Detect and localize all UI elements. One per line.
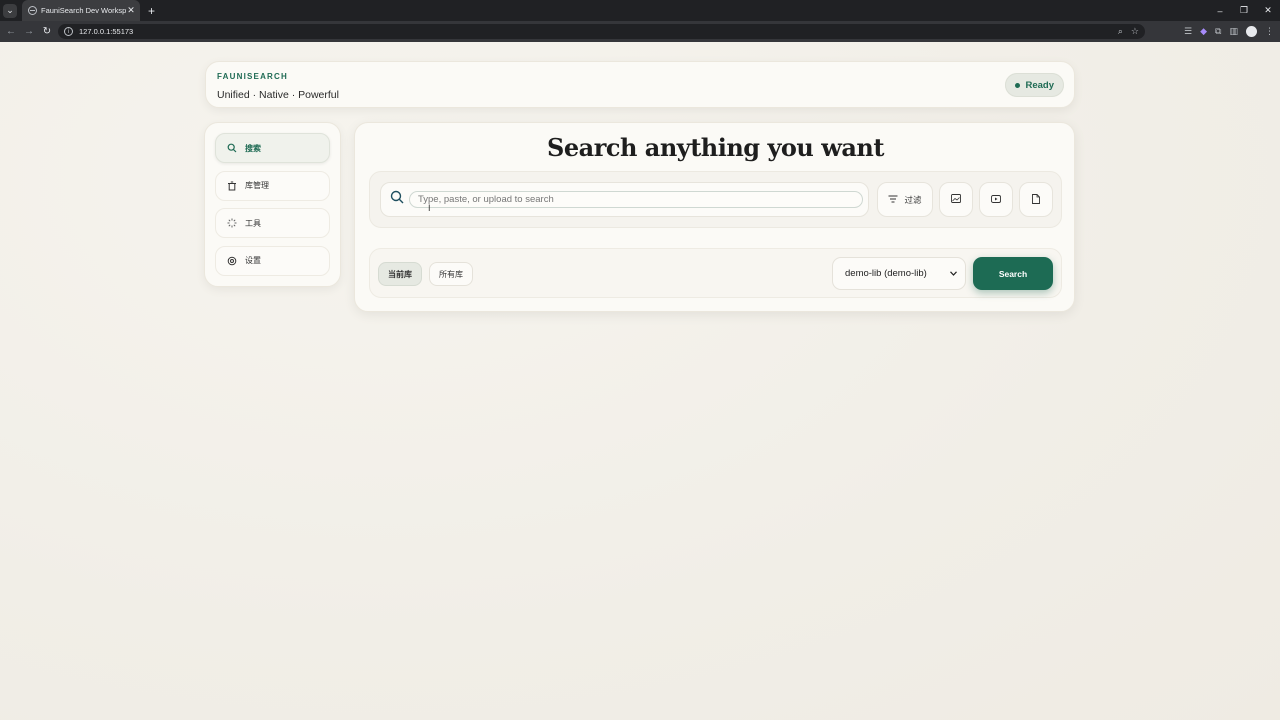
sidebar-item-settings[interactable]: 设置: [215, 245, 330, 276]
filter-button[interactable]: 过滤: [877, 182, 933, 217]
profile-avatar[interactable]: [1246, 26, 1257, 37]
restore-button[interactable]: ❐: [1232, 0, 1256, 21]
bookmark-star-icon[interactable]: ☆: [1131, 26, 1139, 37]
sidebar-item-search[interactable]: 搜索: [215, 133, 330, 163]
status-badge: Ready: [1005, 73, 1064, 97]
new-tab-button[interactable]: +: [148, 5, 155, 17]
search-box[interactable]: [380, 182, 869, 217]
upload-video-button[interactable]: [979, 182, 1013, 217]
search-panel: 过滤: [369, 171, 1062, 228]
address-bar[interactable]: i 127.0.0.1:55173 ⌕ ☆: [58, 24, 1145, 39]
search-button[interactable]: Search: [973, 257, 1053, 290]
side-panel-icon[interactable]: ▥: [1229, 26, 1238, 37]
search-card: Search anything you want 过滤: [354, 122, 1075, 312]
scope-current-library[interactable]: 当前库: [378, 262, 422, 286]
search-icon: [227, 143, 237, 153]
file-icon: [1032, 193, 1040, 206]
app-header: FAUNISEARCH Unified · Native · Powerful …: [205, 61, 1075, 108]
trash-icon: [227, 181, 237, 191]
filter-label: 过滤: [904, 194, 922, 205]
back-icon[interactable]: ←: [2, 26, 20, 37]
tagline: Unified · Native · Powerful: [217, 89, 339, 101]
browser-menu-icon[interactable]: ⋮: [1265, 26, 1274, 37]
extensions-puzzle-icon[interactable]: ⧉: [1215, 26, 1221, 37]
sidebar-item-label: 设置: [245, 256, 261, 265]
sidebar-item-label: 搜索: [245, 143, 261, 153]
browser-toolbar: ← → ↻ i 127.0.0.1:55173 ⌕ ☆ ☰ ◆ ⧉ ▥ ⋮: [0, 21, 1280, 42]
close-window-button[interactable]: ✕: [1256, 0, 1280, 21]
library-select[interactable]: demo-lib (demo-lib): [832, 257, 966, 290]
text-cursor-icon: I: [428, 203, 431, 213]
tab-title: FauniSearch Dev Workspace: [41, 6, 126, 15]
search-options-panel: 当前库 所有库 demo-lib (demo-lib) Search: [369, 248, 1062, 298]
chevron-down-icon: [950, 268, 957, 279]
image-icon: [951, 194, 961, 205]
sidebar-item-tools[interactable]: 工具: [215, 208, 330, 238]
sidebar-item-label: 库管理: [245, 181, 269, 190]
page-title: Search anything you want: [547, 133, 884, 162]
upload-file-button[interactable]: [1019, 182, 1053, 217]
sidebar-item-label: 工具: [245, 218, 261, 228]
forward-icon[interactable]: →: [20, 26, 38, 37]
browser-tab[interactable]: FauniSearch Dev Workspace ✕: [22, 0, 140, 21]
window-controls: – ❐ ✕: [1208, 0, 1280, 21]
brand-name: FAUNISEARCH: [217, 72, 288, 81]
globe-icon: [28, 6, 37, 15]
page: FAUNISEARCH Unified · Native · Powerful …: [0, 42, 1280, 720]
browser-tabstrip: ⌄ FauniSearch Dev Workspace ✕ + – ❐ ✕: [0, 0, 1280, 21]
sidebar: 搜索 库管理 工具 设置: [204, 122, 341, 287]
sidebar-item-library[interactable]: 库管理: [215, 170, 330, 201]
library-select-value: demo-lib (demo-lib): [845, 268, 927, 279]
search-input[interactable]: [409, 191, 863, 208]
scope-all-libraries[interactable]: 所有库: [429, 262, 473, 286]
filter-icon: [888, 195, 898, 205]
extensions-area: ☰ ◆ ⧉ ▥ ⋮: [1184, 24, 1274, 39]
video-icon: [991, 194, 1001, 205]
close-tab-icon[interactable]: ✕: [126, 5, 136, 16]
zoom-icon[interactable]: ⌕: [1118, 26, 1123, 37]
status-dot-icon: [1015, 82, 1021, 88]
upload-image-button[interactable]: [939, 182, 973, 217]
search-icon: [390, 190, 404, 209]
site-info-icon[interactable]: i: [64, 27, 73, 36]
tab-search-button[interactable]: ⌄: [3, 3, 17, 18]
reload-icon[interactable]: ↻: [38, 26, 56, 37]
url-text[interactable]: 127.0.0.1:55173: [79, 27, 133, 36]
status-text: Ready: [1025, 79, 1054, 91]
settings-icon: [227, 256, 237, 266]
extension-purple-icon[interactable]: ◆: [1200, 26, 1207, 37]
minimize-button[interactable]: –: [1208, 0, 1232, 21]
extension-icon[interactable]: ☰: [1184, 26, 1192, 37]
loader-icon: [227, 218, 237, 228]
